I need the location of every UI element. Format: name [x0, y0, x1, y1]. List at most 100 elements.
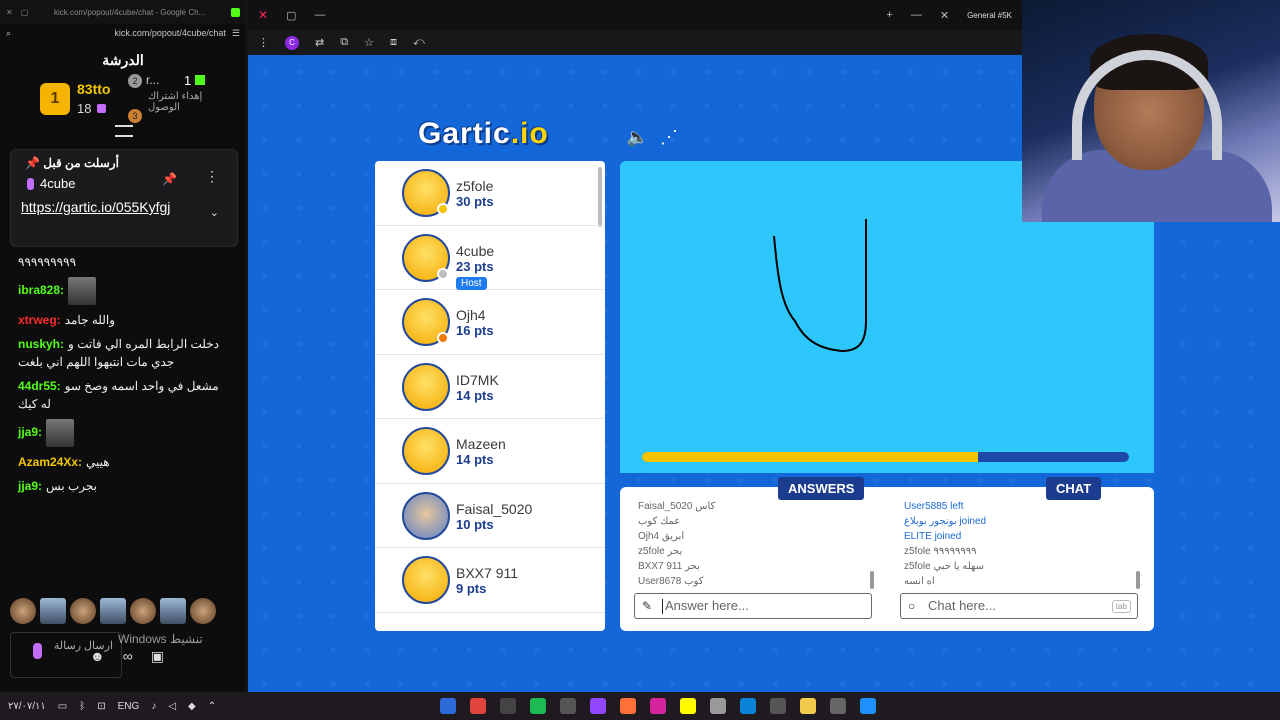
- share-icon[interactable]: ⋰: [660, 127, 678, 148]
- player-row[interactable]: Mazeen 14 pts: [375, 419, 605, 484]
- close-icon[interactable]: ✕: [6, 8, 13, 17]
- chat-username[interactable]: ibra828:: [18, 283, 64, 297]
- player-row[interactable]: Faisal_5020 10 pts: [375, 484, 605, 548]
- emote[interactable]: [190, 598, 216, 624]
- firefox-icon[interactable]: [620, 698, 636, 714]
- answers-tab[interactable]: ANSWERS: [778, 477, 865, 500]
- dash-icon[interactable]: —: [911, 9, 922, 21]
- chevron-up-icon[interactable]: ⌃: [208, 701, 216, 712]
- player-name: BXX7 911: [456, 565, 519, 581]
- chat-username[interactable]: xtrweg:: [18, 313, 61, 327]
- emote[interactable]: [10, 598, 36, 624]
- steam-icon[interactable]: [440, 698, 456, 714]
- extensions-icon[interactable]: ⧈: [390, 36, 397, 49]
- player-row[interactable]: z5fole 30 pts: [375, 161, 605, 226]
- emote-row[interactable]: [10, 598, 216, 624]
- player-row[interactable]: ID7MK 14 pts: [375, 355, 605, 419]
- gift-icon[interactable]: ▣: [151, 648, 164, 665]
- player-points: 14 pts: [456, 387, 494, 403]
- app-icon[interactable]: [770, 698, 786, 714]
- tray-icon[interactable]: ◆: [188, 701, 196, 712]
- maximize-icon[interactable]: ▢: [21, 8, 29, 17]
- chat-line: ELITE joined: [904, 531, 962, 542]
- mic-icon[interactable]: ♪: [151, 701, 156, 712]
- tab-close-icon[interactable]: ✕: [940, 9, 949, 22]
- app-icon[interactable]: [830, 698, 846, 714]
- chat-line: User5885 left: [904, 501, 964, 512]
- translate-icon[interactable]: ⇄: [315, 36, 324, 49]
- more-options-icon[interactable]: ⋮: [205, 168, 219, 185]
- instagram-icon[interactable]: [650, 698, 666, 714]
- zoom-icon[interactable]: ⌕: [6, 28, 11, 39]
- pinned-link[interactable]: https://gartic.io/055Kyfgj: [21, 197, 201, 218]
- emote[interactable]: [70, 598, 96, 624]
- chat-input[interactable]: ○ Chat here... tab: [900, 593, 1138, 619]
- emote[interactable]: [100, 598, 126, 624]
- chat-tab[interactable]: CHAT: [1046, 477, 1102, 500]
- chat-line: بونجور بوبلاغ joined: [904, 516, 987, 527]
- player-row[interactable]: Ojh4 16 pts: [375, 290, 605, 355]
- pinned-user[interactable]: 4cube: [27, 176, 227, 191]
- maximize-icon[interactable]: ▢: [286, 9, 296, 22]
- windows-start-icon[interactable]: [860, 698, 876, 714]
- chrome-icon[interactable]: [470, 698, 486, 714]
- player-row[interactable]: 4cube 23 pts Host: [375, 226, 605, 290]
- emote[interactable]: [160, 598, 186, 624]
- chat-url[interactable]: kick.com/popout/4cube/chat: [17, 28, 226, 38]
- edge-icon[interactable]: [740, 698, 756, 714]
- snapchat-icon[interactable]: [680, 698, 696, 714]
- menu-icon[interactable]: ⋮: [258, 36, 269, 49]
- chat-username[interactable]: jja9:: [18, 425, 42, 439]
- new-tab-icon[interactable]: +: [886, 9, 892, 21]
- rank-3[interactable]: 3 إهداء اشتراك الوصول: [128, 91, 218, 123]
- file-explorer-icon[interactable]: [800, 698, 816, 714]
- emote[interactable]: [130, 598, 156, 624]
- rank-1-name[interactable]: 83tto: [77, 81, 110, 97]
- settings-icon[interactable]: ☰: [232, 28, 240, 39]
- gift-icon: [195, 75, 206, 85]
- chevron-down-icon[interactable]: ⌄: [210, 206, 219, 219]
- spotify-icon[interactable]: [530, 698, 546, 714]
- collapse-icon[interactable]: [115, 125, 133, 137]
- chat-message: ٩٩٩٩٩٩٩٩٩: [18, 253, 228, 271]
- emote-image: [68, 277, 97, 305]
- chat-window-titlebar: ✕ ▢ kick.com/popout/4cube/chat - Google …: [0, 0, 246, 24]
- player-points: 23 pts: [456, 258, 494, 274]
- volume-icon[interactable]: ◁: [168, 701, 176, 712]
- share-icon[interactable]: ⤺: [413, 36, 425, 49]
- pinned-message: 📌 أرسلت من قبل 4cube https://gartic.io/0…: [10, 149, 238, 247]
- app-icon[interactable]: [590, 698, 606, 714]
- language[interactable]: ENG: [118, 701, 140, 712]
- browser-tab[interactable]: General #5K: [967, 11, 1012, 20]
- star-icon[interactable]: ☆: [364, 36, 374, 49]
- answer-input[interactable]: ✎ Answer here...: [634, 593, 872, 619]
- chat-username[interactable]: 44dr55:: [18, 379, 61, 393]
- extension-icon[interactable]: C: [285, 35, 299, 50]
- app-icon[interactable]: [500, 698, 516, 714]
- player-avatar: [402, 491, 450, 540]
- scrollbar[interactable]: [870, 571, 874, 589]
- speaker-icon[interactable]: 🔈: [626, 127, 648, 148]
- bluetooth-icon[interactable]: ᛒ: [79, 701, 85, 712]
- app-icon[interactable]: [710, 698, 726, 714]
- notification-icon[interactable]: ▭: [58, 701, 67, 712]
- infinity-icon[interactable]: ∞: [123, 648, 133, 665]
- emoji-icon[interactable]: ☻: [90, 648, 105, 665]
- webcam-overlay: [1022, 0, 1280, 222]
- chat-username[interactable]: jja9:: [18, 479, 42, 493]
- date: ٢٧/٠٧/١١: [8, 700, 46, 712]
- terminal-icon[interactable]: [560, 698, 576, 714]
- chat-username[interactable]: Azam24Xx:: [18, 455, 82, 469]
- close-icon[interactable]: ✕: [258, 8, 268, 22]
- emote[interactable]: [40, 598, 66, 624]
- chat-message: 44dr55: مشعل في واحد اسمه وصخ سو له كيك: [18, 377, 228, 413]
- minimize-icon[interactable]: —: [314, 9, 325, 21]
- chat-username[interactable]: nuskyh:: [18, 337, 64, 351]
- rank-2[interactable]: 2 r...: [128, 73, 159, 88]
- pin-icon[interactable]: 📌: [162, 172, 177, 186]
- scrollbar[interactable]: [1136, 571, 1140, 589]
- player-row[interactable]: BXX7 911 9 pts: [375, 548, 605, 613]
- network-icon[interactable]: ⊡: [97, 701, 105, 712]
- external-icon[interactable]: ⧉: [340, 36, 348, 49]
- player-points: 14 pts: [456, 452, 494, 467]
